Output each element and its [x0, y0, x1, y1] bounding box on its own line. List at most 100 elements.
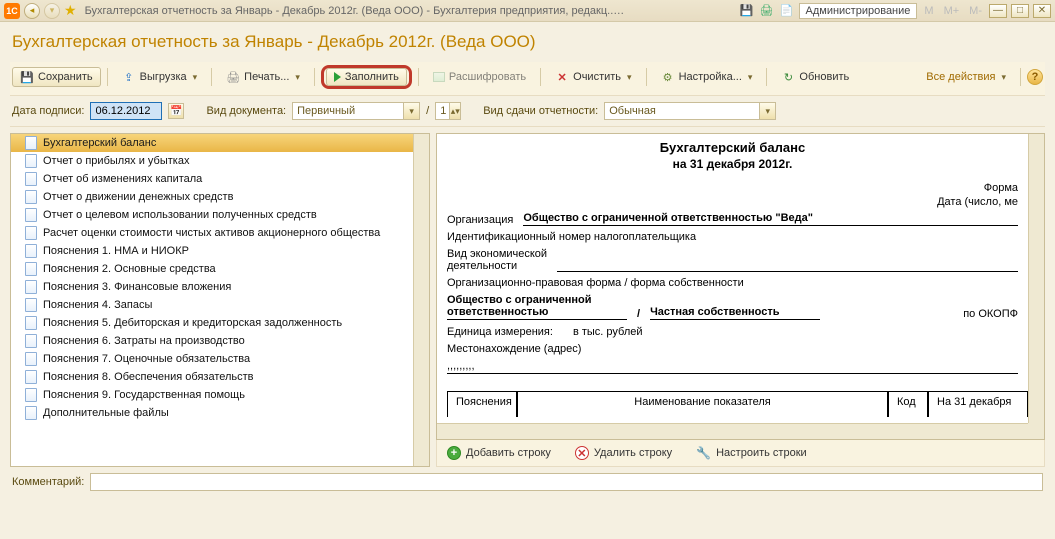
comment-input[interactable]	[90, 473, 1043, 491]
parameters-row: Дата подписи: 06.12.2012 📅 Вид документа…	[10, 96, 1045, 127]
tree-item-label: Пояснения 7. Оценочные обязательства	[43, 353, 250, 365]
tree-item[interactable]: Отчет об изменениях капитала	[11, 170, 429, 188]
grid-icon	[433, 72, 445, 82]
scrollbar-horizontal[interactable]	[437, 423, 1028, 439]
scrollbar-vertical[interactable]	[1028, 134, 1044, 423]
tree-item[interactable]: Отчет о целевом использовании полученных…	[11, 206, 429, 224]
sign-date-value: 06.12.2012	[95, 105, 150, 117]
chevron-down-icon	[625, 71, 632, 83]
doc-type-label: Вид документа:	[206, 105, 286, 117]
tree-item-label: Бухгалтерский баланс	[43, 137, 156, 149]
nav-back-button[interactable]: ◂	[24, 3, 40, 19]
save-button[interactable]: 💾 Сохранить	[12, 67, 101, 87]
preview-title: Бухгалтерский баланс	[447, 138, 1018, 155]
close-window-button[interactable]: ✕	[1033, 4, 1051, 18]
tree-item[interactable]: Пояснения 7. Оценочные обязательства	[11, 350, 429, 368]
inn-label: Идентификационный номер налогоплательщик…	[447, 229, 1018, 245]
delivery-value: Обычная	[605, 105, 759, 117]
chevron-down-icon: ▾	[759, 103, 775, 119]
favorite-icon[interactable]: ★	[64, 2, 77, 19]
tree-item-label: Пояснения 5. Дебиторская и кредиторская …	[43, 317, 342, 329]
report-preview: Бухгалтерский баланс на 31 декабря 2012г…	[436, 133, 1045, 440]
save-title-icon[interactable]: 💾	[739, 3, 755, 19]
calc-mplus[interactable]: M+	[941, 5, 963, 17]
wrench-icon: 🔧	[696, 446, 711, 460]
legal-sep: /	[637, 308, 640, 320]
document-icon	[25, 262, 37, 276]
tree-item[interactable]: Пояснения 8. Обеспечения обязательств	[11, 368, 429, 386]
minimize-button[interactable]: —	[989, 4, 1007, 18]
tree-item[interactable]: Пояснения 4. Запасы	[11, 296, 429, 314]
sign-date-label: Дата подписи:	[12, 105, 84, 117]
document-icon	[25, 244, 37, 258]
document-icon	[25, 226, 37, 240]
help-button[interactable]: ?	[1027, 69, 1043, 85]
tree-item[interactable]: Пояснения 6. Затраты на производство	[11, 332, 429, 350]
tree-item[interactable]: Бухгалтерский баланс	[11, 134, 429, 152]
settings-button[interactable]: ⚙ Настройка...	[653, 67, 761, 87]
nav-fwd-button[interactable]: ▾	[44, 3, 60, 19]
eco-value	[557, 258, 1018, 272]
legal-val2: Частная собственность	[650, 306, 820, 320]
refresh-icon: ↻	[781, 70, 795, 84]
window-titlebar: 1C ◂ ▾ ★ Бухгалтерская отчетность за Янв…	[0, 0, 1055, 22]
tree-item[interactable]: Расчет оценки стоимости чистых активов а…	[11, 224, 429, 242]
delivery-label: Вид сдачи отчетности:	[483, 105, 598, 117]
maximize-button[interactable]: □	[1011, 4, 1029, 18]
delete-row-button[interactable]: ✕ Удалить строку	[567, 444, 680, 462]
refresh-button[interactable]: ↻ Обновить	[773, 67, 857, 87]
scrollbar-vertical[interactable]	[413, 134, 429, 466]
gear-icon: ⚙	[661, 70, 675, 84]
separator	[107, 68, 108, 86]
tree-item[interactable]: Пояснения 3. Финансовые вложения	[11, 278, 429, 296]
org-label: Организация	[447, 214, 513, 226]
main-toolbar: 💾 Сохранить ⇪ Выгрузка 🖨 Печать... Запол…	[10, 62, 1045, 96]
configure-rows-button[interactable]: 🔧 Настроить строки	[688, 444, 815, 462]
decode-button[interactable]: Расшифровать	[425, 68, 534, 86]
sign-date-input[interactable]: 06.12.2012	[90, 102, 162, 120]
print-button[interactable]: 🖨 Печать...	[218, 67, 308, 87]
delivery-combo[interactable]: Обычная ▾	[604, 102, 776, 120]
tree-item[interactable]: Дополнительные файлы	[11, 404, 429, 422]
doc-title-icon[interactable]: 📄	[779, 3, 795, 19]
all-actions-button[interactable]: Все действия	[918, 68, 1014, 86]
calc-mminus[interactable]: M-	[966, 5, 985, 17]
doc-type-combo[interactable]: Первичный ▾	[292, 102, 420, 120]
tree-item[interactable]: Отчет о прибылях и убытках	[11, 152, 429, 170]
report-tree[interactable]: Бухгалтерский баланс Отчет о прибылях и у…	[10, 133, 430, 467]
add-row-button[interactable]: + Добавить строку	[439, 444, 559, 462]
chevron-down-icon	[191, 71, 198, 83]
org-value: Общество с ограниченной ответственностью…	[523, 212, 1018, 226]
add-row-label: Добавить строку	[466, 447, 551, 459]
content-split: Бухгалтерский баланс Отчет о прибылях и у…	[10, 127, 1045, 467]
save-icon: 💾	[20, 70, 34, 84]
tree-item[interactable]: Пояснения 1. НМА и НИОКР	[11, 242, 429, 260]
calendar-icon[interactable]: 📅	[168, 103, 184, 119]
fill-button[interactable]: Заполнить	[326, 68, 407, 86]
eco-label: Вид экономической деятельности	[447, 248, 547, 272]
tree-item[interactable]: Отчет о движении денежных средств	[11, 188, 429, 206]
calc-m[interactable]: M	[921, 5, 936, 17]
clear-button[interactable]: ✕ Очистить	[547, 67, 639, 87]
tree-item-label: Пояснения 1. НМА и НИОКР	[43, 245, 189, 257]
admin-link[interactable]: Администрирование	[799, 3, 918, 19]
slash: /	[426, 105, 429, 117]
upload-button[interactable]: ⇪ Выгрузка	[114, 67, 206, 87]
revision-value: 1	[436, 105, 449, 117]
separator	[1020, 68, 1021, 86]
okopf-text: по ОКОПФ	[963, 308, 1018, 320]
preview-content[interactable]: Бухгалтерский баланс на 31 декабря 2012г…	[437, 134, 1028, 423]
revision-spinner[interactable]: 1 ▴▾	[435, 102, 461, 120]
separator	[540, 68, 541, 86]
separator	[418, 68, 419, 86]
play-icon	[334, 72, 341, 82]
addr-label: Местонахождение (адрес)	[447, 341, 1018, 357]
chevron-down-icon: ▾	[403, 103, 419, 119]
preview-form: Форма	[447, 181, 1018, 195]
tree-item[interactable]: Пояснения 2. Основные средства	[11, 260, 429, 278]
document-icon	[25, 208, 37, 222]
print-title-icon[interactable]: 🖨	[759, 3, 775, 19]
tree-item[interactable]: Пояснения 5. Дебиторская и кредиторская …	[11, 314, 429, 332]
col-date: На 31 декабря	[928, 391, 1028, 417]
tree-item[interactable]: Пояснения 9. Государственная помощь	[11, 386, 429, 404]
